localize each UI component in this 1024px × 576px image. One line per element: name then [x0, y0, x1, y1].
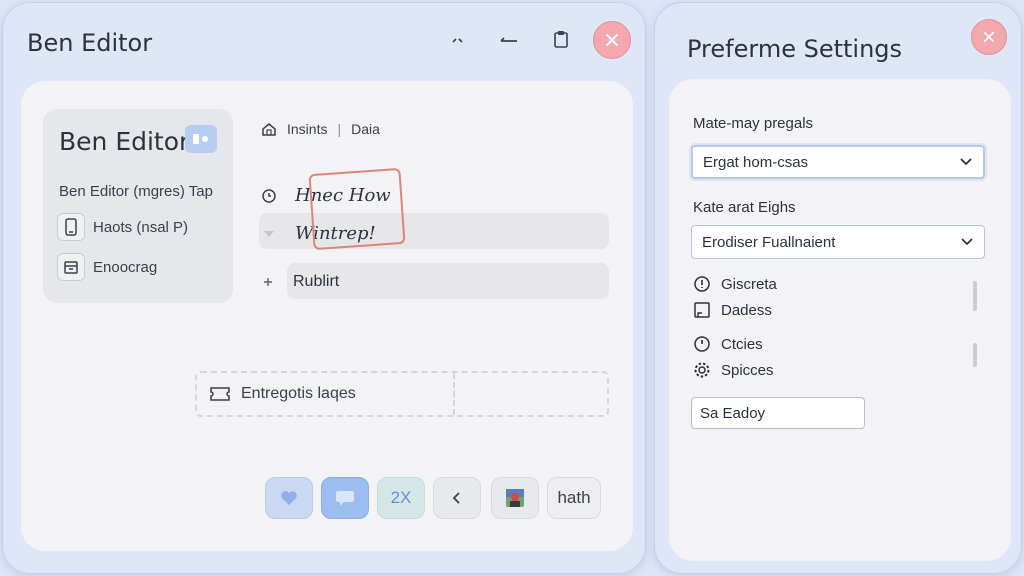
- close-button[interactable]: [593, 21, 631, 59]
- settings-title: Preferme Settings: [687, 35, 903, 63]
- selection-box[interactable]: [308, 167, 406, 251]
- settings-window: Preferme Settings Mate-may pregals Ergat…: [654, 2, 1022, 574]
- option-label: Dadess: [721, 301, 772, 319]
- breadcrumb-current: Daia: [351, 121, 380, 137]
- editor-panel: Ben Editor Ben Editor (mgres) Tap Haots …: [21, 81, 633, 551]
- info-circle-icon: [694, 276, 710, 292]
- drop-zone[interactable]: Entregotis laqes: [195, 371, 609, 417]
- close-icon: [983, 31, 995, 43]
- card-item-label: Enoocrag: [93, 258, 158, 276]
- speech-bubble-icon: [336, 491, 354, 506]
- square-icon: [694, 302, 710, 318]
- option-dadess[interactable]: Dadess: [693, 301, 772, 319]
- card-title: Ben Editor: [59, 127, 190, 156]
- heart-icon: [281, 491, 297, 505]
- option-ctcies[interactable]: Ctcies: [693, 335, 763, 353]
- option-label: Giscreta: [721, 275, 777, 293]
- list-item-rublirt-content: Rublirt: [261, 273, 339, 291]
- option-giscreta[interactable]: Giscreta: [693, 275, 777, 293]
- card-item-enoocrag[interactable]: Enoocrag: [57, 253, 157, 281]
- select-value: Ergat hom-csas: [703, 153, 809, 171]
- calendar-icon: [57, 253, 85, 281]
- image-icon: [506, 489, 524, 507]
- image-button[interactable]: [491, 477, 539, 519]
- editor-window: Ben Editor Ben Editor Ben Editor (mgres)…: [2, 2, 646, 574]
- window-title: Ben Editor: [27, 29, 153, 57]
- drop-zone-label-row: Entregotis laqes: [209, 385, 356, 403]
- breadcrumb-separator: |: [337, 121, 342, 137]
- hath-button[interactable]: hath: [547, 477, 601, 519]
- breadcrumb: Insints | Daia: [261, 121, 380, 137]
- list-item-text: Rublirt: [293, 273, 340, 290]
- option-label: Ctcies: [721, 335, 763, 353]
- drop-zone-label: Entregotis laqes: [241, 385, 356, 402]
- field-label: Kate arat Eighs: [693, 199, 796, 216]
- zoom-2x-button[interactable]: 2X: [377, 477, 425, 519]
- settings-panel: Mate-may pregals Ergat hom-csas Kate ara…: [669, 79, 1011, 561]
- field-label: Mate-may pregals: [693, 115, 814, 132]
- back-button[interactable]: [433, 477, 481, 519]
- home-icon[interactable]: [261, 121, 277, 137]
- field2-select[interactable]: Erodiser Fuallnaient: [691, 225, 985, 259]
- option-spicces[interactable]: Spicces: [693, 361, 774, 379]
- triangle-down-icon: [264, 230, 274, 237]
- collapse-icon[interactable]: [447, 29, 471, 53]
- option-label: Spicces: [721, 361, 774, 379]
- grid-badge-icon: [185, 125, 217, 153]
- close-icon: [606, 34, 618, 46]
- breadcrumb-home[interactable]: Insints: [287, 121, 327, 137]
- minimize-icon[interactable]: [497, 29, 521, 53]
- clock-icon: [694, 336, 710, 352]
- clipboard-icon[interactable]: [549, 27, 573, 51]
- card-item-label: Haots (nsal P): [93, 218, 189, 236]
- chevron-down-icon: [960, 158, 972, 166]
- card-subtitle: Ben Editor (mgres) Tap: [59, 183, 213, 200]
- select-value: Erodiser Fuallnaient: [702, 233, 836, 251]
- scrollbar-thumb[interactable]: [973, 343, 977, 367]
- settings-close-button[interactable]: [971, 19, 1007, 55]
- gear-icon: [694, 362, 710, 378]
- card-item-haots[interactable]: Haots (nsal P): [57, 213, 188, 241]
- ticket-icon: [210, 387, 230, 401]
- chat-button[interactable]: [321, 477, 369, 519]
- chevron-down-icon: [961, 238, 973, 246]
- scrollbar-thumb[interactable]: [973, 281, 977, 311]
- plus-icon: [264, 278, 272, 286]
- field1-select[interactable]: Ergat hom-csas: [691, 145, 985, 179]
- drop-zone-divider: [453, 373, 455, 415]
- text-input[interactable]: [691, 397, 865, 429]
- clock-icon: [262, 188, 276, 203]
- heart-button[interactable]: [265, 477, 313, 519]
- arrow-left-icon: [452, 492, 460, 504]
- phone-icon: [57, 213, 85, 241]
- editor-info-card: Ben Editor Ben Editor (mgres) Tap Haots …: [43, 109, 233, 303]
